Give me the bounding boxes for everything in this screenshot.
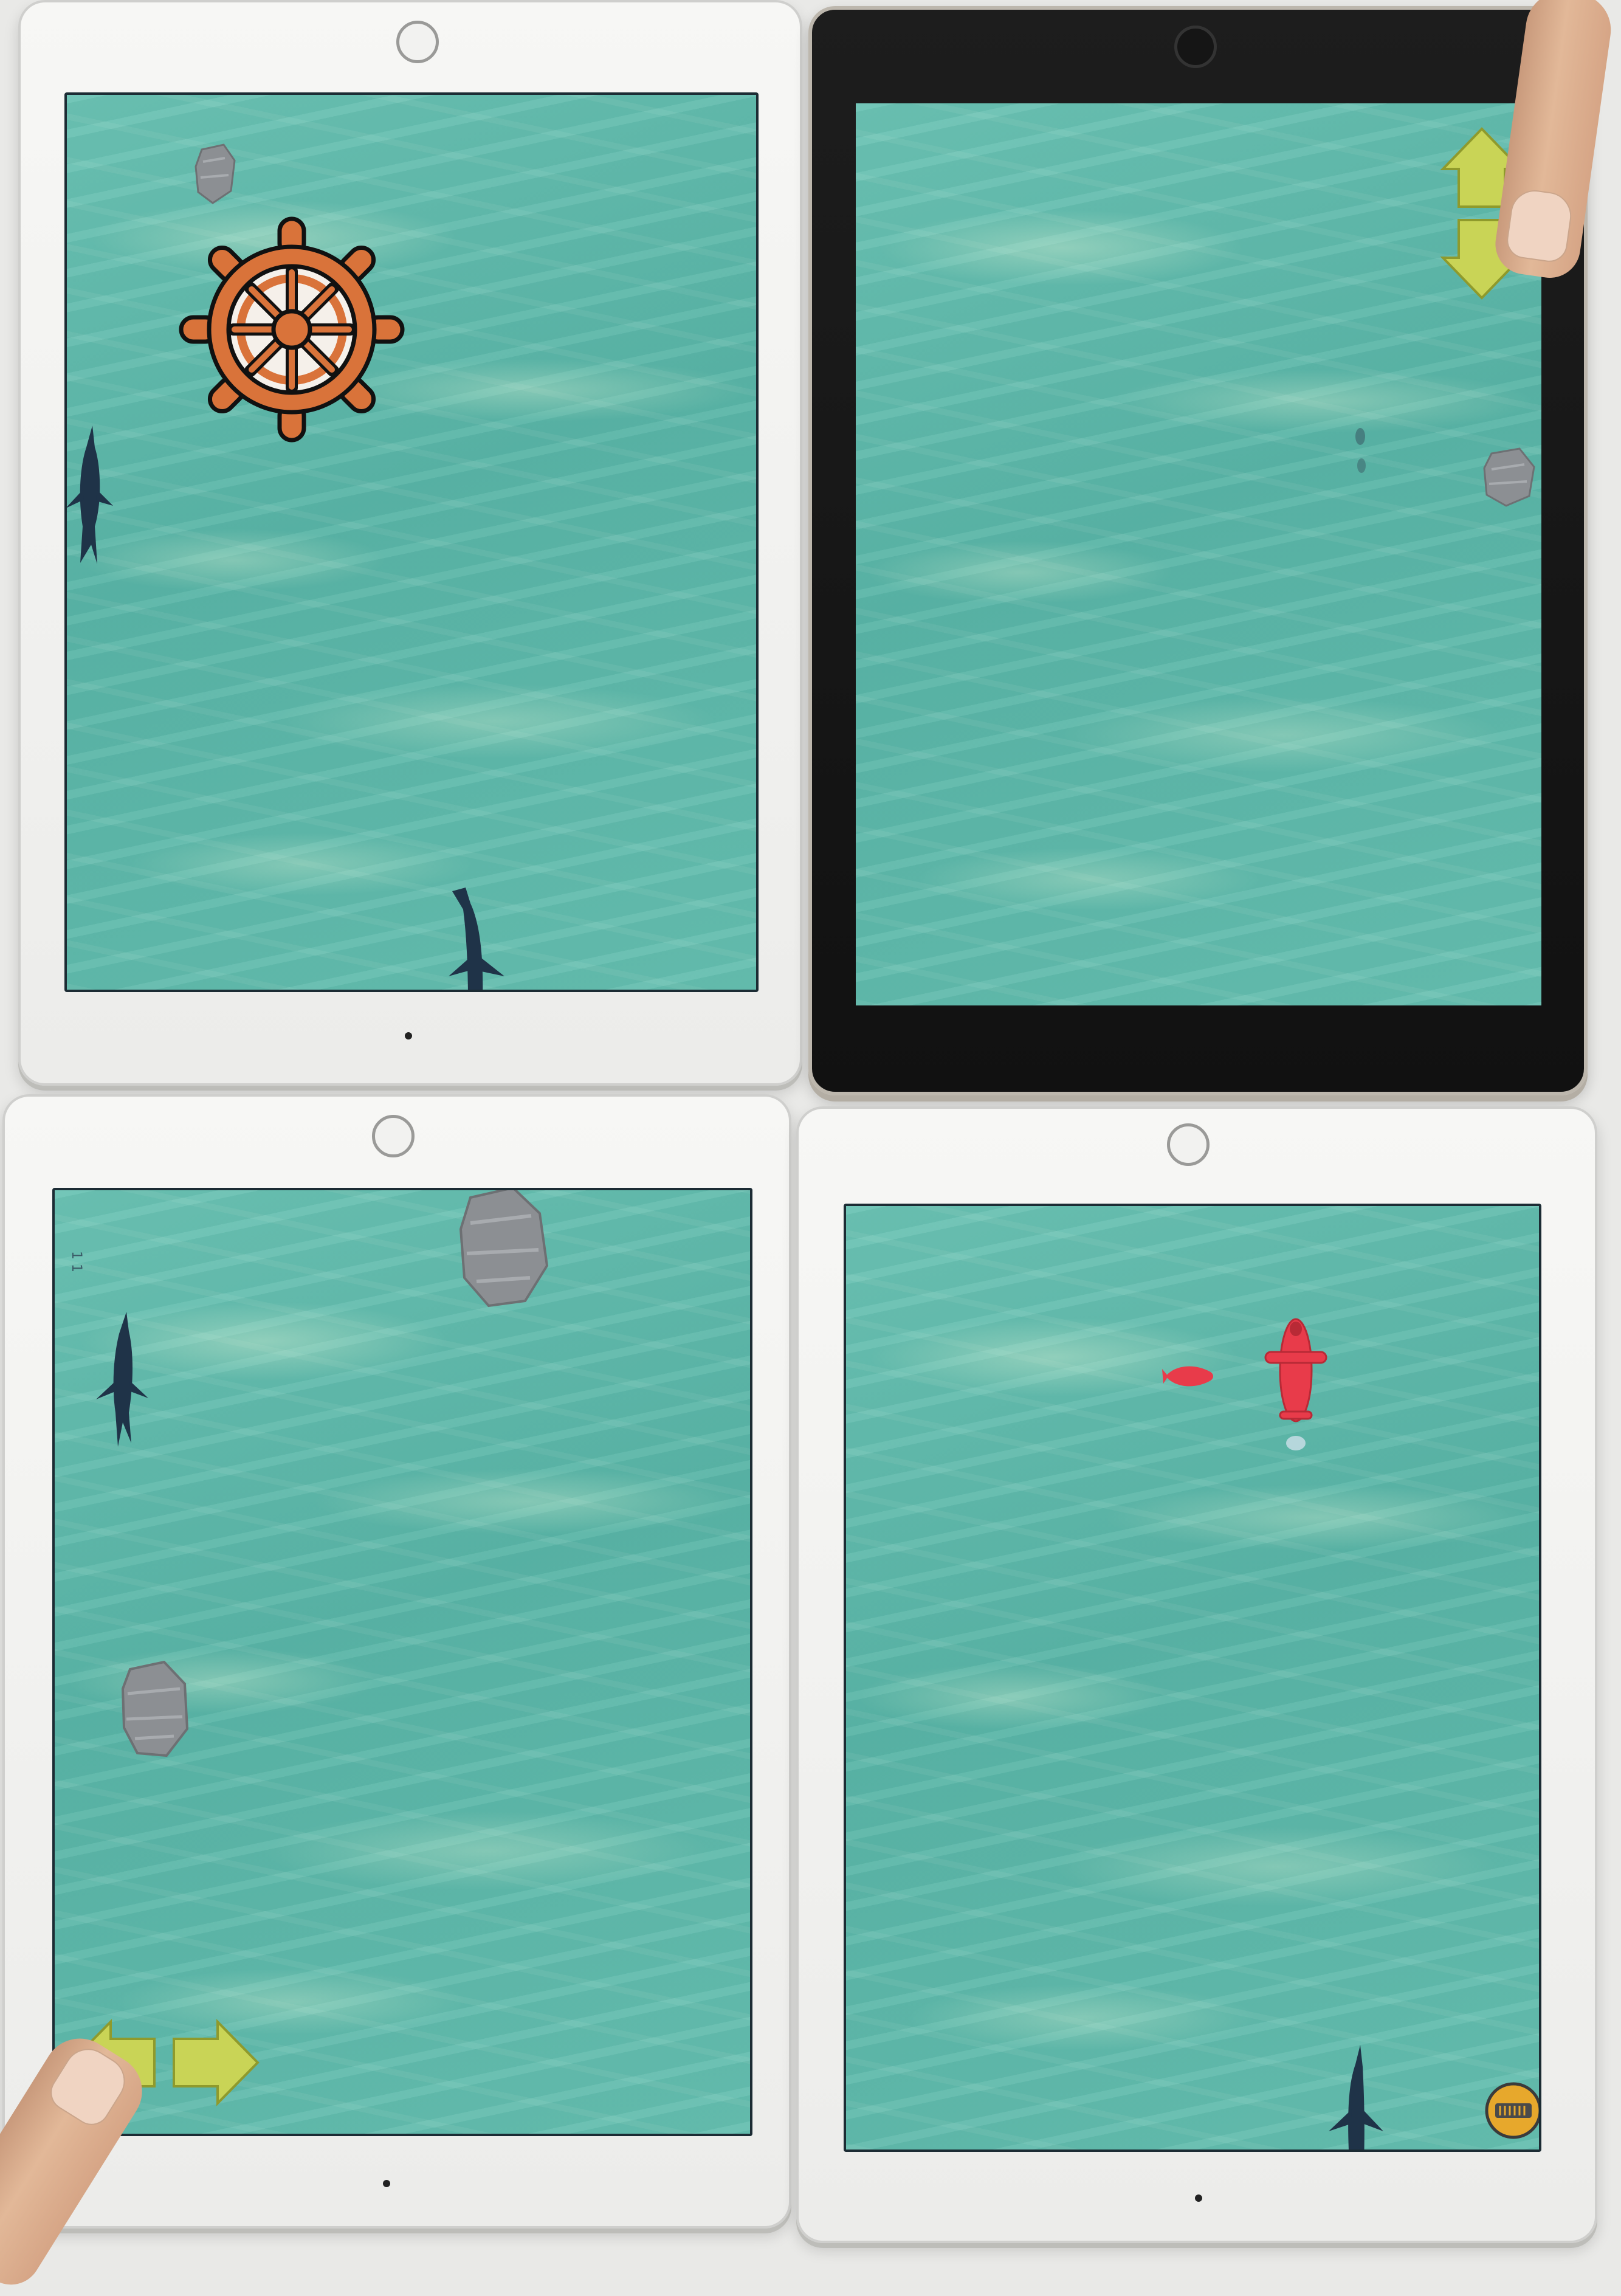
- home-button[interactable]: [1167, 1123, 1210, 1166]
- ipad-bottom-right: [796, 1106, 1597, 2243]
- ipad-bottom-left: 1 1: [0, 1094, 791, 2296]
- rock-icon: [122, 1661, 188, 1757]
- shark-icon: [67, 426, 113, 564]
- home-button[interactable]: [1174, 26, 1217, 68]
- ipad-top-left: [18, 0, 802, 1086]
- ipad-top-right: [808, 0, 1616, 1095]
- front-camera: [405, 1032, 412, 1039]
- fish-icon: [1355, 428, 1366, 473]
- home-button[interactable]: [396, 21, 439, 63]
- game-screen-top-left[interactable]: [64, 92, 759, 992]
- front-camera: [1195, 2194, 1202, 2202]
- game-screen-bottom-right[interactable]: [844, 1204, 1541, 2152]
- red-submarine-icon[interactable]: [1259, 1315, 1332, 1461]
- game-screen-bottom-left[interactable]: 1 1: [52, 1188, 752, 2136]
- red-fish-icon: [1162, 1366, 1213, 1387]
- hud-score: 1 1: [69, 1251, 84, 1272]
- rock-icon: [459, 1190, 549, 1308]
- front-camera: [383, 2180, 390, 2187]
- game-screen-top-right[interactable]: [856, 103, 1541, 1005]
- shark-icon: [96, 1312, 148, 1447]
- shark-icon: [449, 888, 504, 990]
- finger: [1491, 0, 1616, 282]
- home-button[interactable]: [372, 1115, 415, 1157]
- right-arrow-icon[interactable]: [170, 2017, 261, 2108]
- fire-button-icon[interactable]: [1484, 2081, 1541, 2140]
- shark-icon: [1329, 2045, 1383, 2149]
- ships-wheel-icon[interactable]: [176, 214, 407, 445]
- rock-icon: [194, 143, 236, 204]
- rock-icon: [1483, 447, 1535, 507]
